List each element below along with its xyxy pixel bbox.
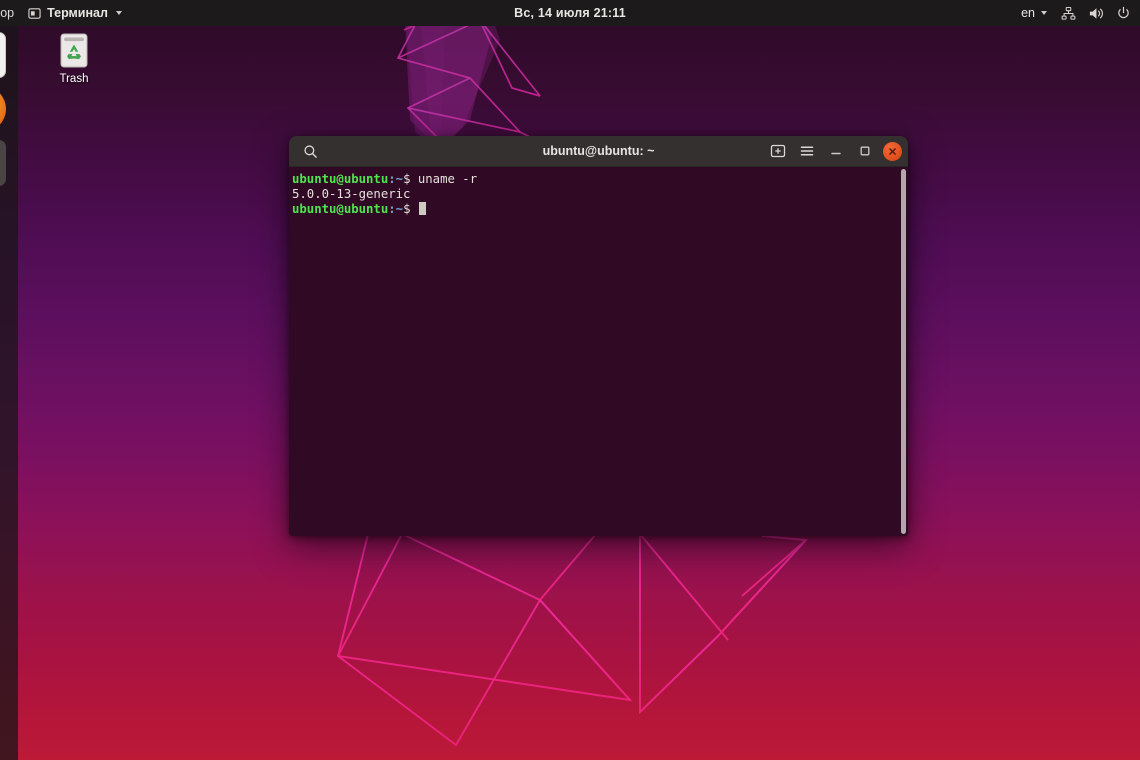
dock-item-app[interactable] <box>0 140 6 186</box>
desktop-icon-trash[interactable]: Trash <box>45 30 103 86</box>
minimize-icon <box>830 152 841 155</box>
terminal-cursor <box>418 202 426 215</box>
network-wired-icon <box>1061 6 1076 20</box>
terminal-output: ubuntu@ubuntu:~$ uname -r 5.0.0-13-generi… <box>291 172 908 217</box>
close-icon <box>889 147 896 155</box>
terminal-body[interactable]: ubuntu@ubuntu:~$ uname -r 5.0.0-13-generi… <box>289 167 908 536</box>
desktop-screen: Trash ubuntu@ubuntu: ~ ubuntu@ubuntu:~$ … <box>0 0 1140 760</box>
terminal-text: ubuntu@ubuntu <box>292 202 389 216</box>
app-menu-button[interactable]: Терминал <box>21 0 129 26</box>
volume-high-icon <box>1089 7 1103 19</box>
maximize-button[interactable] <box>851 138 878 165</box>
terminal-text: 5.0.0-13-generic <box>292 187 411 201</box>
top-bar: Обзор Терминал Вс, 14 июля 21:11 en <box>0 0 1140 26</box>
terminal-titlebar[interactable]: ubuntu@ubuntu: ~ <box>289 136 908 167</box>
app-menu-label: Терминал <box>47 6 108 20</box>
terminal-text: ubuntu@ubuntu <box>292 172 389 186</box>
menu-button[interactable] <box>793 138 820 165</box>
terminal-line: ubuntu@ubuntu:~$ <box>292 202 908 217</box>
terminal-text: $ <box>403 202 418 216</box>
new-tab-icon <box>770 144 785 158</box>
dock[interactable] <box>0 26 18 760</box>
activities-button[interactable]: Обзор <box>0 6 21 20</box>
window-icon <box>28 7 41 19</box>
maximize-icon <box>860 146 869 156</box>
chevron-down-icon <box>115 11 122 15</box>
search-icon <box>304 144 317 158</box>
terminal-line: ubuntu@ubuntu:~$ uname -r <box>292 172 908 187</box>
terminal-text: :~ <box>388 172 404 186</box>
dock-item-firefox[interactable] <box>0 86 6 132</box>
terminal-line: 5.0.0-13-generic <box>292 187 908 202</box>
trash-label: Trash <box>59 73 89 85</box>
dock-item-files[interactable] <box>0 32 6 78</box>
keyboard-layout-label: en <box>1021 6 1035 20</box>
trash-recycle-icon <box>60 33 88 68</box>
terminal-window[interactable]: ubuntu@ubuntu: ~ ubuntu@ubuntu:~$ uname … <box>289 136 908 536</box>
keyboard-layout-button[interactable]: en <box>1014 0 1054 26</box>
search-button[interactable] <box>297 138 324 165</box>
power-icon <box>1118 6 1129 18</box>
new-tab-button[interactable] <box>764 138 791 165</box>
terminal-text: $ uname -r <box>403 172 478 186</box>
clock[interactable]: Вс, 14 июля 21:11 <box>514 6 626 20</box>
terminal-text: :~ <box>388 202 404 216</box>
terminal-scrollbar[interactable] <box>901 169 906 534</box>
hamburger-menu-icon <box>800 146 813 156</box>
chevron-down-icon <box>1041 11 1047 15</box>
system-menu-button[interactable] <box>1054 0 1138 26</box>
minimize-button[interactable] <box>822 138 849 165</box>
close-button[interactable] <box>883 141 902 161</box>
